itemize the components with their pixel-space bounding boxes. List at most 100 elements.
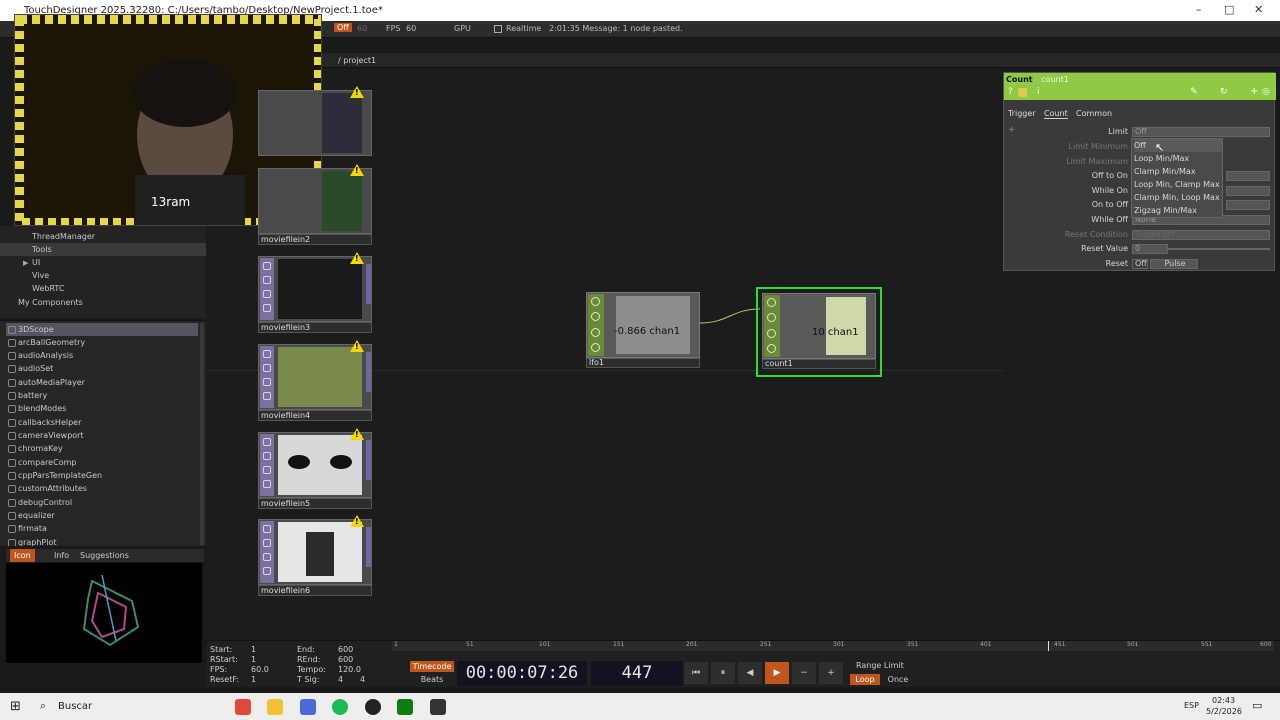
spotify-icon[interactable] bbox=[332, 699, 348, 715]
node-name[interactable]: moviefilein2 bbox=[258, 234, 372, 245]
op-name[interactable]: count1 bbox=[1041, 75, 1069, 84]
list-item[interactable]: graphPlot bbox=[6, 536, 198, 546]
obs-icon[interactable] bbox=[365, 699, 381, 715]
play-icon[interactable]: ▶ bbox=[765, 662, 789, 684]
node-moviefilein5[interactable]: moviefilein5 bbox=[258, 428, 372, 509]
playhead[interactable] bbox=[1048, 641, 1049, 651]
list-item[interactable]: firmata bbox=[6, 522, 198, 535]
python-icon[interactable] bbox=[1018, 88, 1027, 97]
warning-icon[interactable] bbox=[350, 252, 364, 264]
chrome-icon[interactable] bbox=[300, 699, 316, 715]
pause-icon[interactable]: ⏸ bbox=[711, 662, 735, 684]
search-icon[interactable]: ⌕ bbox=[40, 699, 46, 713]
warning-icon[interactable] bbox=[350, 86, 364, 98]
tab-count[interactable]: Count bbox=[1044, 109, 1068, 119]
dropdown-option-loop[interactable]: Loop Min/Max bbox=[1134, 152, 1222, 165]
maximize-button[interactable]: □ bbox=[1224, 3, 1234, 16]
xbox-icon[interactable] bbox=[397, 699, 413, 715]
info-icon[interactable]: i bbox=[1037, 87, 1040, 97]
loop-button[interactable]: Loop bbox=[850, 674, 880, 685]
list-item[interactable]: compareComp bbox=[6, 456, 198, 469]
node-moviefilein6[interactable]: moviefilein6 bbox=[258, 515, 372, 596]
browser-icon[interactable] bbox=[235, 699, 251, 715]
node-count1[interactable]: 10 chan1 count1 bbox=[762, 293, 876, 369]
tab-suggestions[interactable]: Suggestions bbox=[76, 549, 133, 562]
language-indicator[interactable]: ESP bbox=[1184, 701, 1199, 710]
tempo-value[interactable]: 120.0 bbox=[338, 665, 361, 674]
timecode-mode-button[interactable]: Timecode bbox=[410, 661, 454, 672]
gear-icon[interactable]: ◎ bbox=[1262, 87, 1270, 97]
palette-item-ui[interactable]: UI bbox=[0, 256, 206, 269]
tab-common[interactable]: Common bbox=[1076, 109, 1112, 118]
on-to-off-menu[interactable] bbox=[1226, 200, 1270, 210]
list-item[interactable]: equalizer bbox=[6, 509, 198, 522]
node-flags[interactable] bbox=[260, 434, 274, 496]
node-lfo1[interactable]: -0.866 chan1 lfo1 bbox=[586, 292, 700, 368]
rewind-icon[interactable]: ⏮ bbox=[684, 662, 708, 684]
frame-display[interactable]: 447 bbox=[591, 661, 683, 686]
palette-item-tools[interactable]: Tools bbox=[0, 243, 206, 256]
realtime-checkbox[interactable] bbox=[494, 25, 502, 33]
dropdown-option-clamp[interactable]: Clamp Min/Max bbox=[1134, 165, 1222, 178]
connection-wire[interactable] bbox=[700, 305, 762, 327]
minus-icon[interactable]: − bbox=[792, 662, 816, 684]
list-item[interactable]: cameraViewport bbox=[6, 429, 198, 442]
reset-condition-menu[interactable]: Toggle Off bbox=[1132, 230, 1270, 240]
off-to-on-menu[interactable] bbox=[1226, 171, 1270, 181]
node-name[interactable]: moviefilein5 bbox=[258, 498, 372, 509]
windows-start-icon[interactable]: ⊞ bbox=[10, 699, 21, 714]
touchdesigner-icon[interactable] bbox=[430, 699, 446, 715]
warning-icon[interactable] bbox=[350, 340, 364, 352]
warning-icon[interactable] bbox=[350, 164, 364, 176]
dropdown-option-off[interactable]: Off bbox=[1134, 139, 1222, 152]
palette-item-threadmanager[interactable]: ThreadManager bbox=[0, 230, 206, 243]
list-item[interactable]: callbacksHelper bbox=[6, 416, 198, 429]
list-item[interactable]: battery bbox=[6, 389, 198, 402]
tab-trigger[interactable]: Trigger bbox=[1008, 109, 1036, 118]
help-icon[interactable]: ? bbox=[1008, 87, 1013, 97]
pencil-icon[interactable]: ✎ bbox=[1190, 87, 1198, 97]
reset-pulse-button[interactable]: Pulse bbox=[1150, 259, 1198, 269]
fps-value[interactable]: 60.0 bbox=[251, 665, 269, 674]
clock-date[interactable]: 5/2/2026 bbox=[1206, 707, 1242, 716]
plus-icon[interactable]: + bbox=[819, 662, 843, 684]
list-item[interactable]: blendModes bbox=[6, 402, 198, 415]
list-item[interactable]: audioSet bbox=[6, 362, 198, 375]
while-on-menu[interactable] bbox=[1226, 186, 1270, 196]
timecode-display[interactable]: 00:00:07:26 bbox=[457, 661, 587, 686]
resetf-value[interactable]: 1 bbox=[251, 675, 256, 684]
end-value[interactable]: 600 bbox=[338, 645, 353, 654]
reset-toggle[interactable]: Off bbox=[1132, 259, 1148, 269]
dropdown-option-loop-min-clamp-max[interactable]: Loop Min, Clamp Max bbox=[1134, 178, 1222, 191]
once-button[interactable]: Once bbox=[883, 674, 913, 685]
reset-value-slider[interactable] bbox=[1168, 248, 1270, 250]
node-moviefilein1[interactable] bbox=[258, 86, 372, 167]
node-flags[interactable] bbox=[764, 295, 780, 357]
node-name[interactable]: lfo1 bbox=[586, 358, 700, 368]
palette-item-vive[interactable]: Vive bbox=[0, 269, 206, 282]
node-output-connector[interactable] bbox=[366, 264, 371, 304]
dropdown-option-zigzag[interactable]: Zigzag Min/Max bbox=[1134, 204, 1222, 217]
list-item[interactable]: arcBallGeometry bbox=[6, 336, 198, 349]
node-flags[interactable] bbox=[588, 294, 604, 356]
list-item[interactable]: cppParsTemplateGen bbox=[6, 469, 198, 482]
rstart-value[interactable]: 1 bbox=[251, 655, 256, 664]
reset-value-field[interactable]: 0 bbox=[1132, 244, 1168, 254]
tsig-value-b[interactable]: 4 bbox=[360, 675, 365, 684]
warning-icon[interactable] bbox=[350, 515, 364, 527]
node-name[interactable]: moviefilein6 bbox=[258, 585, 372, 596]
list-item[interactable]: autoMediaPlayer bbox=[6, 376, 198, 389]
step-back-icon[interactable]: ◀ bbox=[738, 662, 762, 684]
node-output-connector[interactable] bbox=[366, 440, 371, 480]
list-item[interactable]: chromaKey bbox=[6, 442, 198, 455]
list-item[interactable]: 3DScope bbox=[6, 323, 198, 336]
taskbar-search-label[interactable]: Buscar bbox=[58, 701, 92, 712]
timeline-ruler[interactable]: 1 51 101 151 201 251 301 351 401 451 501… bbox=[392, 641, 1274, 651]
warning-icon[interactable] bbox=[350, 428, 364, 440]
tab-icon[interactable]: Icon bbox=[10, 549, 35, 562]
node-output-connector[interactable] bbox=[366, 527, 371, 567]
node-moviefilein3[interactable]: moviefilein3 bbox=[258, 252, 372, 333]
node-moviefilein4[interactable]: moviefilein4 bbox=[258, 340, 372, 421]
minimize-button[interactable]: – bbox=[1196, 3, 1202, 16]
list-item[interactable]: debugControl bbox=[6, 496, 198, 509]
